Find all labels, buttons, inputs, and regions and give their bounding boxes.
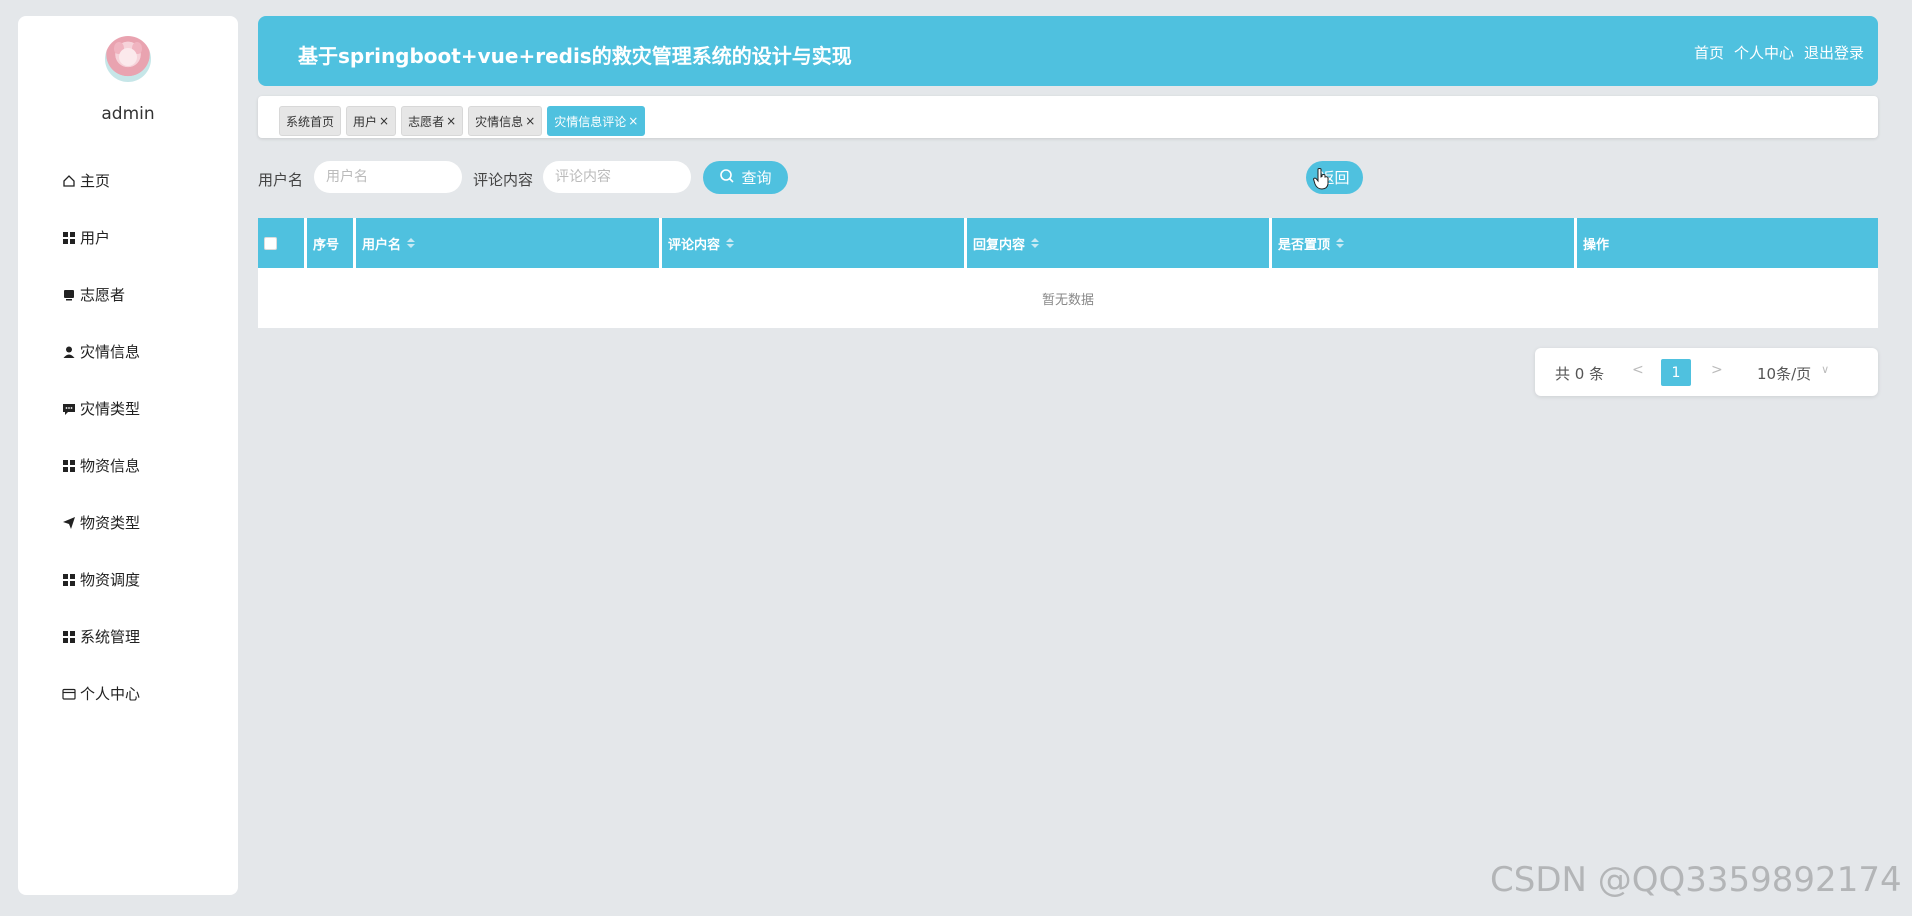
close-icon[interactable]: ×: [379, 114, 389, 128]
search-icon: [719, 168, 735, 188]
page-title: 基于springboot+vue+redis的救灾管理系统的设计与实现: [298, 44, 852, 68]
back-button-label: 返回: [1319, 169, 1350, 187]
sort-icon[interactable]: [1031, 238, 1040, 248]
close-icon[interactable]: ×: [525, 114, 535, 128]
tab-users[interactable]: 用户 ×: [346, 106, 397, 136]
send-icon: [62, 516, 76, 530]
column-header-index: 序号: [307, 218, 353, 268]
column-label: 评论内容: [668, 237, 721, 253]
next-page-button[interactable]: >: [1711, 362, 1723, 378]
column-label: 是否置顶: [1278, 237, 1331, 253]
sidebar: admin 主页 用户 志愿者 灾情信息 灾情类型 物资信息 物资类型 物资调度…: [18, 16, 238, 895]
page-size-select[interactable]: 10条/页 ∨: [1757, 363, 1829, 384]
grid-icon: [62, 459, 76, 473]
sidebar-item-supplies-info[interactable]: 物资信息: [62, 437, 232, 494]
tab-system-home[interactable]: 系统首页: [279, 106, 342, 136]
sidebar-item-label: 物资信息: [80, 457, 141, 475]
sidebar-item-label: 志愿者: [80, 286, 126, 304]
tabs-bar: 系统首页 用户 × 志愿者 × 灾情信息 × 灾情信息评论 ×: [258, 96, 1878, 138]
sidebar-item-label: 用户: [80, 229, 111, 247]
column-header-actions: 操作: [1577, 218, 1878, 268]
close-icon[interactable]: ×: [628, 114, 638, 128]
avatar[interactable]: [105, 36, 151, 82]
sidebar-item-label: 物资类型: [80, 514, 141, 532]
wallet-icon: [62, 687, 76, 701]
sidebar-item-home[interactable]: 主页: [62, 152, 232, 209]
app-header: 基于springboot+vue+redis的救灾管理系统的设计与实现 首页 个…: [258, 16, 1878, 86]
comment-content-label: 评论内容: [473, 171, 534, 189]
sidebar-item-users[interactable]: 用户: [62, 209, 232, 266]
username-label: 用户名: [258, 171, 304, 189]
column-header-pinned[interactable]: 是否置顶: [1272, 218, 1574, 268]
page-number-button[interactable]: 1: [1661, 359, 1691, 386]
pagination: 共 0 条 < 1 > 10条/页 ∨: [1535, 348, 1878, 396]
sidebar-item-volunteers[interactable]: 志愿者: [62, 266, 232, 323]
table-header: 序号 用户名 评论内容 回复内容 是否置顶 操作: [258, 218, 1878, 268]
user-icon: [62, 345, 76, 359]
sidebar-item-label: 个人中心: [80, 685, 141, 703]
comments-table: 序号 用户名 评论内容 回复内容 是否置顶 操作 暂无数据: [258, 218, 1878, 328]
column-header-comment-content[interactable]: 评论内容: [662, 218, 964, 268]
column-header-username[interactable]: 用户名: [356, 218, 659, 268]
query-button[interactable]: 查询: [703, 161, 788, 194]
monitor-icon: [62, 288, 76, 302]
username: admin: [101, 104, 155, 124]
tab-label: 用户: [353, 114, 378, 129]
sidebar-item-disaster-type[interactable]: 灾情类型: [62, 380, 232, 437]
username-input[interactable]: [314, 161, 462, 193]
column-label: 序号: [313, 237, 340, 253]
comment-content-input[interactable]: [543, 161, 691, 193]
grid-icon: [62, 573, 76, 587]
tab-disaster-info[interactable]: 灾情信息 ×: [468, 106, 543, 136]
page-size-value: 10条/页: [1757, 365, 1812, 383]
select-all-checkbox[interactable]: [264, 236, 277, 250]
sidebar-item-label: 物资调度: [80, 571, 141, 589]
prev-page-button[interactable]: <: [1632, 362, 1644, 378]
query-button-label: 查询: [741, 169, 772, 187]
header-links: 首页 个人中心 退出登录: [1694, 42, 1864, 63]
tab-volunteers[interactable]: 志愿者 ×: [401, 106, 464, 136]
column-label: 回复内容: [973, 237, 1026, 253]
select-all-cell: [258, 218, 304, 268]
home-link[interactable]: 首页: [1694, 42, 1724, 63]
total-count: 共 0 条: [1555, 365, 1605, 383]
personal-center-link[interactable]: 个人中心: [1734, 42, 1794, 63]
tab-disaster-info-comments[interactable]: 灾情信息评论 ×: [547, 106, 646, 136]
chevron-down-icon: ∨: [1821, 363, 1830, 376]
sidebar-menu: 主页 用户 志愿者 灾情信息 灾情类型 物资信息 物资类型 物资调度 系统管理 …: [62, 152, 232, 722]
sort-icon[interactable]: [726, 238, 735, 248]
watermark: CSDN @QQ3359892174: [1490, 860, 1902, 900]
tab-label: 灾情信息: [475, 114, 524, 129]
sort-icon[interactable]: [407, 238, 416, 248]
tab-label: 灾情信息评论: [554, 114, 627, 129]
close-icon[interactable]: ×: [446, 114, 456, 128]
back-button[interactable]: 返回: [1306, 161, 1363, 194]
column-label: 用户名: [362, 237, 402, 253]
grid-icon: [62, 630, 76, 644]
home-icon: [62, 174, 76, 188]
sort-icon[interactable]: [1336, 238, 1345, 248]
sidebar-item-supplies-type[interactable]: 物资类型: [62, 494, 232, 551]
chat-icon: [62, 402, 76, 416]
grid-icon: [62, 231, 76, 245]
column-header-reply-content[interactable]: 回复内容: [967, 218, 1269, 268]
column-label: 操作: [1583, 237, 1610, 253]
sidebar-item-disaster-info[interactable]: 灾情信息: [62, 323, 232, 380]
empty-state: 暂无数据: [258, 268, 1878, 328]
sidebar-item-system-management[interactable]: 系统管理: [62, 608, 232, 665]
tab-label: 志愿者: [408, 114, 445, 129]
sidebar-item-label: 主页: [80, 172, 111, 190]
sidebar-item-label: 灾情信息: [80, 343, 141, 361]
tab-label: 系统首页: [286, 114, 335, 129]
sidebar-item-supplies-dispatch[interactable]: 物资调度: [62, 551, 232, 608]
sidebar-item-personal-center[interactable]: 个人中心: [62, 665, 232, 722]
sidebar-item-label: 系统管理: [80, 628, 141, 646]
logout-link[interactable]: 退出登录: [1804, 42, 1864, 63]
sidebar-item-label: 灾情类型: [80, 400, 141, 418]
